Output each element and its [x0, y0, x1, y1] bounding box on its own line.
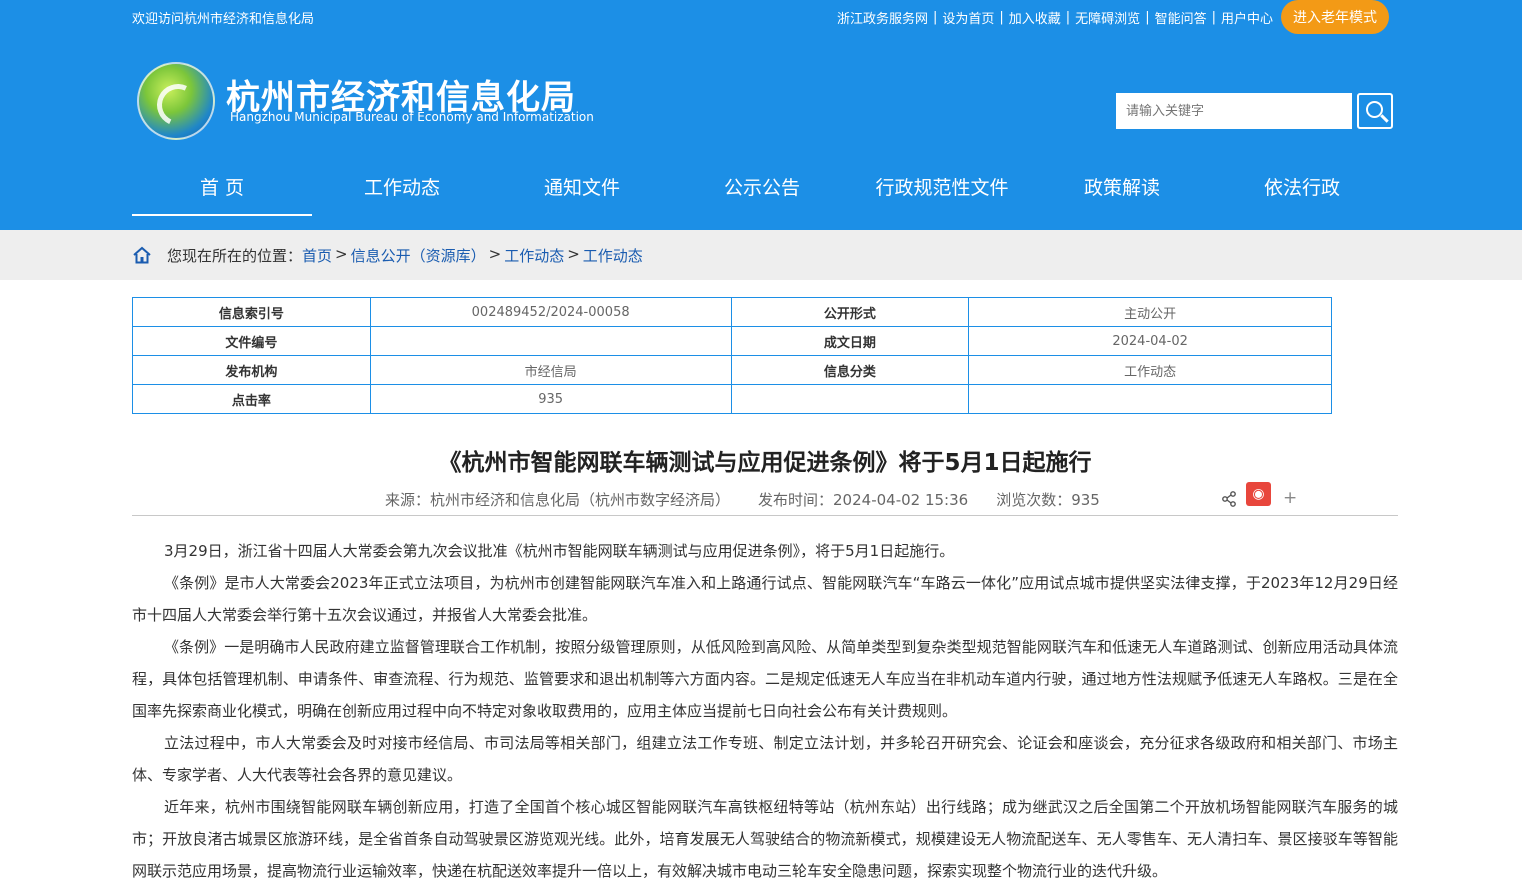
- elder-mode-button[interactable]: 进入老年模式: [1281, 0, 1389, 34]
- link-add-favorite[interactable]: 加入收藏: [1009, 8, 1061, 27]
- article-source: 来源：杭州市经济和信息化局（杭州市数字经济局）: [385, 491, 731, 509]
- breadcrumb-work-news[interactable]: 工作动态: [504, 245, 564, 266]
- article-publish-time: 发布时间：2024-04-02 15:36: [758, 491, 969, 509]
- link-set-homepage[interactable]: 设为首页: [942, 8, 994, 27]
- table-cell-label: 信息索引号: [132, 297, 371, 327]
- table-cell-value: 市经信局: [369, 355, 732, 385]
- table-row: 发布机构 市经信局 信息分类 工作动态: [132, 355, 1332, 385]
- search-input[interactable]: [1116, 93, 1352, 129]
- nav-regulatory-docs[interactable]: 行政规范性文件: [852, 164, 1032, 216]
- article-paragraph: 立法过程中，市人大常委会及时对接市经信局、市司法局等相关部门，组建立法工作专班、…: [132, 734, 1398, 784]
- table-cell-label: 公开形式: [730, 297, 970, 327]
- table-cell-value: 935: [369, 384, 732, 414]
- breadcrumb-prefix: 您现在所在的位置：: [167, 247, 303, 265]
- article-meta: 来源：杭州市经济和信息化局（杭州市数字经济局） 发布时间：2024-04-02 …: [385, 489, 1128, 510]
- link-zjzwfw[interactable]: 浙江政务服务网: [837, 8, 928, 27]
- table-cell-label: 文件编号: [132, 326, 371, 356]
- article-paragraph: 《条例》是市人大常委会2023年正式立法项目，为杭州市创建智能网联汽车准入和上路…: [132, 574, 1398, 624]
- breadcrumb-home[interactable]: 首页: [302, 245, 332, 266]
- table-cell-label: 信息分类: [730, 355, 970, 385]
- article-paragraph: 《条例》一是明确市人民政府建立监督管理联合工作机制，按照分级管理原则，从低风险到…: [132, 638, 1398, 720]
- link-smart-qa[interactable]: 智能问答: [1155, 8, 1207, 27]
- weibo-icon[interactable]: ◉: [1246, 482, 1271, 506]
- link-user-center[interactable]: 用户中心: [1221, 8, 1273, 27]
- welcome-text: 欢迎访问杭州市经济和信息化局: [132, 12, 315, 27]
- nav-law-administration[interactable]: 依法行政: [1212, 164, 1392, 216]
- plus-icon[interactable]: +: [1283, 488, 1297, 508]
- main-nav: 首 页 工作动态 通知文件 公示公告 行政规范性文件 政策解读 依法行政: [132, 164, 1392, 216]
- table-cell-value: 002489452/2024-00058: [369, 297, 732, 327]
- article-paragraph: 近年来，杭州市围绕智能网联车辆创新应用，打造了全国首个核心城区智能网联汽车高铁枢…: [132, 798, 1398, 880]
- nav-work-news[interactable]: 工作动态: [312, 164, 492, 216]
- table-cell-label: 发布机构: [132, 355, 371, 385]
- table-cell-label: [730, 384, 970, 414]
- breadcrumb: 您现在所在的位置： 首页 > 信息公开（资源库） > 工作动态 > 工作动态: [0, 230, 1522, 280]
- article-body: 3月29日，浙江省十四届人大常委会第九次会议批准《杭州市智能网联车辆测试与应用促…: [132, 535, 1398, 887]
- table-cell-label: 点击率: [132, 384, 371, 414]
- table-row: 信息索引号 002489452/2024-00058 公开形式 主动公开: [132, 297, 1332, 327]
- article-title: 《杭州市智能网联车辆测试与应用促进条例》将于5月1日起施行: [438, 450, 1092, 476]
- table-row: 点击率 935: [132, 384, 1332, 414]
- table-cell-value: [968, 384, 1332, 414]
- breadcrumb-work-news-current[interactable]: 工作动态: [583, 245, 643, 266]
- share-icon[interactable]: [1221, 491, 1237, 507]
- nav-policy-interpretation[interactable]: 政策解读: [1032, 164, 1212, 216]
- top-links: 浙江政务服务网 | 设为首页 | 加入收藏 | 无障碍浏览 | 智能问答 | 用户中心 进…: [837, 0, 1389, 34]
- home-icon[interactable]: [132, 245, 152, 265]
- site-header: 欢迎访问杭州市经济和信息化局 浙江政务服务网 | 设为首页 | 加入收藏 | 无障碍浏…: [0, 0, 1522, 230]
- site-subtitle: Hangzhou Municipal Bureau of Economy and…: [230, 110, 594, 124]
- article-views: 浏览次数：935: [996, 491, 1100, 509]
- divider: [132, 515, 1398, 516]
- table-cell-value: 工作动态: [968, 355, 1332, 385]
- table-row: 文件编号 成文日期 2024-04-02: [132, 326, 1332, 356]
- table-cell-value: 主动公开: [968, 297, 1332, 327]
- info-table: 信息索引号 002489452/2024-00058 公开形式 主动公开 文件编…: [132, 297, 1332, 414]
- site-logo-icon[interactable]: [137, 62, 215, 140]
- nav-announcements[interactable]: 公示公告: [672, 164, 852, 216]
- table-cell-value: [369, 326, 732, 356]
- breadcrumb-info-public[interactable]: 信息公开（资源库）: [351, 245, 486, 266]
- table-cell-label: 成文日期: [730, 326, 970, 356]
- nav-notices[interactable]: 通知文件: [492, 164, 672, 216]
- article-paragraph: 3月29日，浙江省十四届人大常委会第九次会议批准《杭州市智能网联车辆测试与应用促…: [164, 542, 955, 560]
- search-button[interactable]: [1357, 93, 1393, 129]
- link-accessibility[interactable]: 无障碍浏览: [1075, 8, 1140, 27]
- nav-home[interactable]: 首 页: [132, 164, 312, 216]
- table-cell-value: 2024-04-02: [968, 326, 1332, 356]
